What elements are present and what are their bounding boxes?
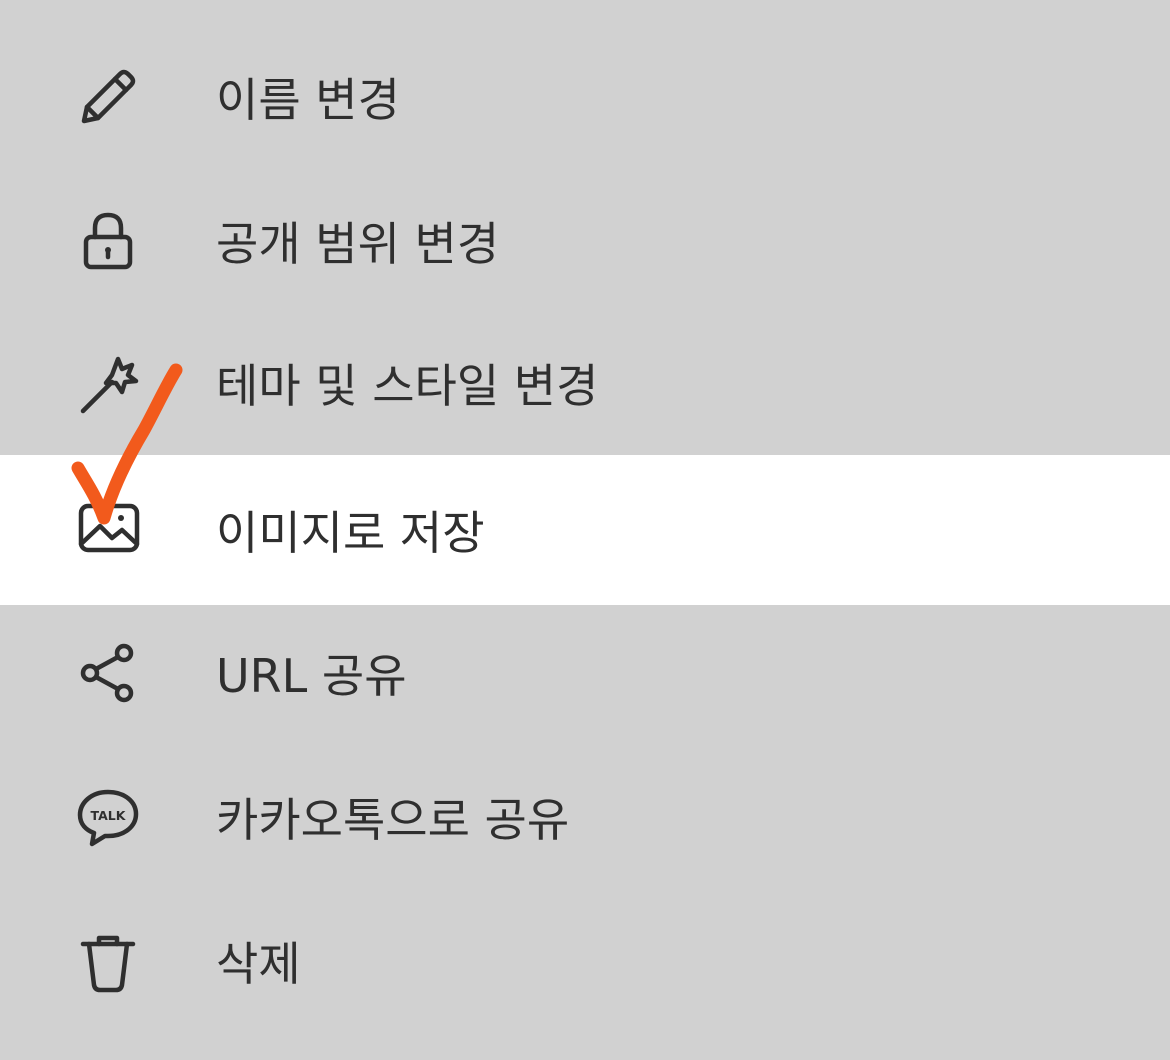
- menu-item-share-url[interactable]: URL 공유: [0, 600, 1170, 746]
- trash-icon: [74, 927, 142, 995]
- menu-item-save-as-image[interactable]: 이미지로 저장: [0, 455, 1170, 605]
- lock-icon: [74, 207, 142, 275]
- menu-item-label: 삭제: [216, 937, 301, 991]
- menu-item-rename[interactable]: 이름 변경: [0, 24, 1170, 170]
- kakaotalk-icon: TALK: [74, 783, 142, 851]
- pencil-icon: [74, 63, 142, 131]
- menu-item-change-visibility[interactable]: 공개 범위 변경: [0, 168, 1170, 314]
- menu-item-label: 카카오톡으로 공유: [216, 793, 570, 847]
- menu-item-label: 이름 변경: [216, 73, 400, 127]
- menu-item-label: URL 공유: [216, 649, 407, 703]
- menu-item-label: 이미지로 저장: [216, 506, 485, 560]
- menu-item-share-kakaotalk[interactable]: TALK 카카오톡으로 공유: [0, 744, 1170, 890]
- menu-item-label: 공개 범위 변경: [216, 217, 500, 271]
- share-icon: [74, 639, 142, 707]
- menu-item-label: 테마 및 스타일 변경: [216, 359, 599, 413]
- menu-item-change-theme[interactable]: 테마 및 스타일 변경: [0, 310, 1170, 456]
- menu-item-delete[interactable]: 삭제: [0, 888, 1170, 1034]
- svg-text:TALK: TALK: [91, 808, 127, 823]
- context-menu: 이름 변경 공개 범위 변경 테마 및 스타일 변경 이미지로 저장 URL 공…: [0, 0, 1170, 1060]
- image-icon: [74, 496, 142, 564]
- magic-wand-icon: [74, 349, 142, 417]
